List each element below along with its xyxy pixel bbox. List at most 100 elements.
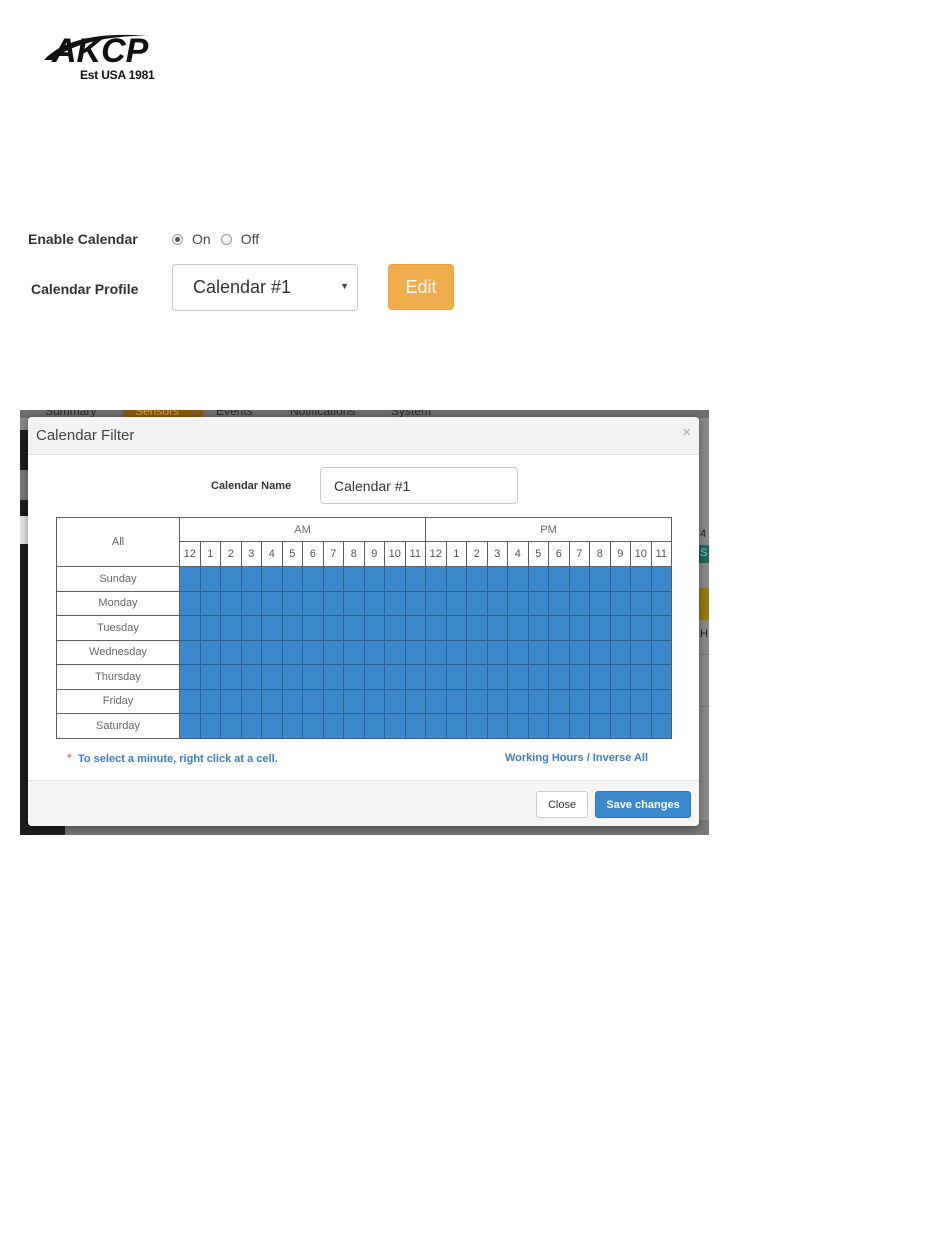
hour-cell[interactable] xyxy=(302,615,324,641)
hour-header-am-0[interactable]: 12 xyxy=(179,541,201,567)
hour-cell[interactable] xyxy=(589,688,611,714)
hour-cell[interactable] xyxy=(404,566,426,592)
hour-cell[interactable] xyxy=(466,639,488,665)
hour-cell[interactable] xyxy=(363,664,385,690)
hour-cell[interactable] xyxy=(363,639,385,665)
close-icon[interactable]: × xyxy=(682,424,691,441)
hour-cell[interactable] xyxy=(179,566,201,592)
hour-cell[interactable] xyxy=(179,713,201,739)
hour-cell[interactable] xyxy=(548,566,570,592)
hour-cell[interactable] xyxy=(363,590,385,616)
hour-cell[interactable] xyxy=(650,639,672,665)
edit-button[interactable]: Edit xyxy=(388,264,454,310)
hour-cell[interactable] xyxy=(466,713,488,739)
hour-cell[interactable] xyxy=(630,590,652,616)
calendar-profile-select[interactable]: Calendar #1 ▼ xyxy=(172,264,358,311)
hour-cell[interactable] xyxy=(220,566,242,592)
hour-header-am-3[interactable]: 3 xyxy=(240,541,262,567)
hour-cell[interactable] xyxy=(486,664,508,690)
hour-cell[interactable] xyxy=(589,664,611,690)
hour-cell[interactable] xyxy=(466,615,488,641)
hour-cell[interactable] xyxy=(507,664,529,690)
hour-cell[interactable] xyxy=(548,688,570,714)
working-hours-link[interactable]: Working Hours / Inverse All xyxy=(505,752,648,764)
hour-cell[interactable] xyxy=(384,590,406,616)
hour-cell[interactable] xyxy=(281,566,303,592)
hour-cell[interactable] xyxy=(240,590,262,616)
hour-header-pm-1[interactable]: 1 xyxy=(445,541,467,567)
hour-cell[interactable] xyxy=(220,713,242,739)
hour-cell[interactable] xyxy=(220,664,242,690)
hour-cell[interactable] xyxy=(425,615,447,641)
hour-cell[interactable] xyxy=(240,639,262,665)
hour-header-am-11[interactable]: 11 xyxy=(404,541,426,567)
hour-cell[interactable] xyxy=(343,590,365,616)
select-all-cell[interactable]: All xyxy=(56,517,180,567)
hour-cell[interactable] xyxy=(363,615,385,641)
hour-cell[interactable] xyxy=(630,713,652,739)
hour-cell[interactable] xyxy=(486,688,508,714)
hour-cell[interactable] xyxy=(609,664,631,690)
hour-cell[interactable] xyxy=(240,713,262,739)
hour-cell[interactable] xyxy=(609,590,631,616)
hour-cell[interactable] xyxy=(548,664,570,690)
hour-cell[interactable] xyxy=(261,713,283,739)
hour-cell[interactable] xyxy=(384,664,406,690)
hour-cell[interactable] xyxy=(630,639,652,665)
hour-cell[interactable] xyxy=(609,615,631,641)
hour-cell[interactable] xyxy=(404,590,426,616)
hour-cell[interactable] xyxy=(568,590,590,616)
hour-cell[interactable] xyxy=(261,615,283,641)
hour-cell[interactable] xyxy=(302,688,324,714)
hour-cell[interactable] xyxy=(322,566,344,592)
hour-cell[interactable] xyxy=(343,664,365,690)
hour-cell[interactable] xyxy=(445,713,467,739)
hour-header-pm-7[interactable]: 7 xyxy=(568,541,590,567)
hour-cell[interactable] xyxy=(199,713,221,739)
hour-cell[interactable] xyxy=(425,590,447,616)
hour-header-pm-3[interactable]: 3 xyxy=(486,541,508,567)
hour-cell[interactable] xyxy=(466,664,488,690)
hour-cell[interactable] xyxy=(322,639,344,665)
hour-cell[interactable] xyxy=(199,688,221,714)
hour-cell[interactable] xyxy=(199,639,221,665)
radio-on[interactable] xyxy=(172,233,183,245)
hour-cell[interactable] xyxy=(425,639,447,665)
hour-cell[interactable] xyxy=(179,590,201,616)
hour-cell[interactable] xyxy=(589,615,611,641)
hour-cell[interactable] xyxy=(322,713,344,739)
hour-cell[interactable] xyxy=(240,566,262,592)
hour-cell[interactable] xyxy=(384,713,406,739)
hour-cell[interactable] xyxy=(568,639,590,665)
hour-cell[interactable] xyxy=(507,639,529,665)
hour-cell[interactable] xyxy=(281,713,303,739)
hour-cell[interactable] xyxy=(240,688,262,714)
hour-cell[interactable] xyxy=(527,688,549,714)
hour-cell[interactable] xyxy=(281,590,303,616)
hour-cell[interactable] xyxy=(363,713,385,739)
hour-header-am-5[interactable]: 5 xyxy=(281,541,303,567)
hour-cell[interactable] xyxy=(445,688,467,714)
hour-cell[interactable] xyxy=(568,713,590,739)
hour-cell[interactable] xyxy=(179,688,201,714)
hour-header-am-6[interactable]: 6 xyxy=(302,541,324,567)
hour-cell[interactable] xyxy=(568,664,590,690)
hour-cell[interactable] xyxy=(425,713,447,739)
hour-cell[interactable] xyxy=(404,639,426,665)
hour-header-am-7[interactable]: 7 xyxy=(322,541,344,567)
hour-cell[interactable] xyxy=(486,615,508,641)
hour-cell[interactable] xyxy=(527,664,549,690)
hour-cell[interactable] xyxy=(527,590,549,616)
hour-cell[interactable] xyxy=(261,688,283,714)
hour-cell[interactable] xyxy=(486,713,508,739)
hour-cell[interactable] xyxy=(445,664,467,690)
hour-header-am-10[interactable]: 10 xyxy=(384,541,406,567)
hour-cell[interactable] xyxy=(630,664,652,690)
hour-cell[interactable] xyxy=(650,566,672,592)
hour-cell[interactable] xyxy=(384,688,406,714)
day-label-thursday[interactable]: Thursday xyxy=(56,664,180,690)
hour-cell[interactable] xyxy=(445,590,467,616)
hour-cell[interactable] xyxy=(220,688,242,714)
hour-cell[interactable] xyxy=(548,615,570,641)
hour-cell[interactable] xyxy=(507,615,529,641)
